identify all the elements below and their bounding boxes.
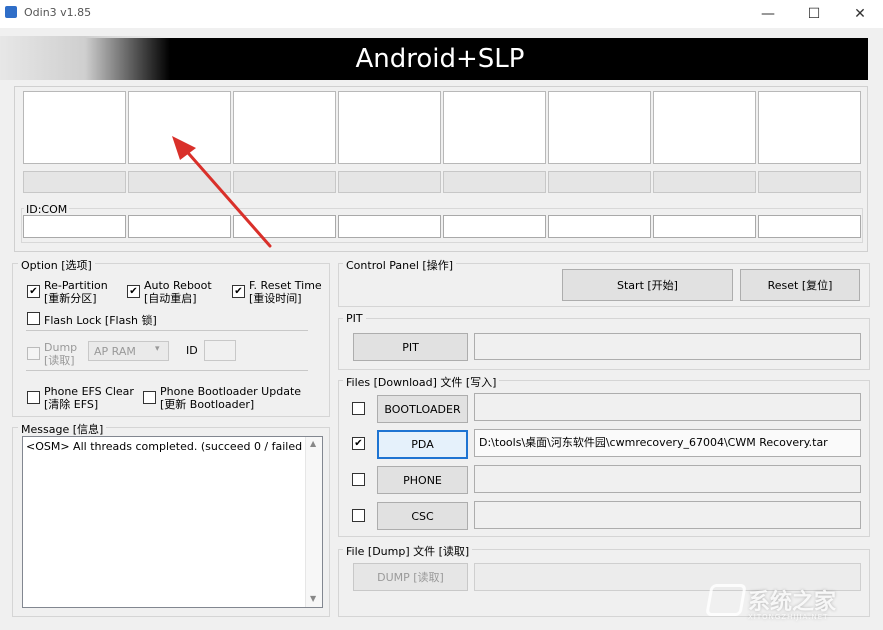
auto-reboot-label-en: Auto Reboot: [144, 279, 212, 292]
pit-path-field[interactable]: [474, 333, 861, 360]
control-panel-label: Control Panel [操作]: [343, 257, 456, 273]
repartition-label-cn: [重新分区]: [44, 292, 108, 305]
phone-button[interactable]: PHONE: [377, 466, 468, 494]
scroll-up-icon[interactable]: ▲: [310, 439, 316, 448]
idcom-field-7: [653, 215, 756, 238]
csc-path-field[interactable]: [474, 501, 861, 529]
bootloader-update-label: Phone Bootloader Update [更新 Bootloader]: [160, 385, 301, 411]
dump-type-value: AP RAM: [94, 345, 136, 358]
auto-reboot-label: Auto Reboot [自动重启]: [144, 279, 212, 305]
dump-id-field[interactable]: [204, 340, 236, 361]
repartition-label-en: Re-Partition: [44, 279, 108, 292]
port-status-area: ID:COM: [14, 86, 868, 252]
auto-reboot-checkbox[interactable]: ✔: [127, 285, 140, 298]
phone-checkbox[interactable]: [352, 473, 365, 486]
efs-clear-label: Phone EFS Clear [清除 EFS]: [44, 385, 134, 411]
idcom-field-5: [443, 215, 546, 238]
watermark-subtext: XITONGZHIJIA.NET: [748, 613, 828, 621]
port-slot-6: [548, 91, 651, 164]
maximize-button[interactable]: ☐: [791, 0, 837, 28]
dump-label: Dump [读取]: [44, 341, 77, 367]
start-button[interactable]: Start [开始]: [562, 269, 733, 301]
pda-path-field[interactable]: D:\tools\桌面\河东软件园\cwmrecovery_67004\CWM …: [474, 429, 861, 457]
pda-button[interactable]: PDA: [377, 430, 468, 459]
pda-checkbox[interactable]: ✔: [352, 437, 365, 450]
option-divider-1: [26, 330, 308, 331]
auto-reboot-label-cn: [自动重启]: [144, 292, 212, 305]
app-icon: [5, 6, 17, 18]
dump-checkbox[interactable]: [27, 347, 40, 360]
csc-button[interactable]: CSC: [377, 502, 468, 530]
dump-type-select[interactable]: AP RAM ▾: [88, 341, 169, 361]
repartition-checkbox[interactable]: ✔: [27, 285, 40, 298]
flash-lock-label: Flash Lock [Flash 锁]: [44, 312, 157, 328]
pit-group-label: PIT: [343, 312, 366, 325]
message-scrollbar[interactable]: ▲ ▼: [305, 437, 322, 607]
idcom-field-4: [338, 215, 441, 238]
port-slot-7: [653, 91, 756, 164]
f-reset-time-label: F. Reset Time [重设时间]: [249, 279, 322, 305]
bootloader-checkbox[interactable]: [352, 402, 365, 415]
reset-button[interactable]: Reset [复位]: [740, 269, 860, 301]
efs-clear-label-en: Phone EFS Clear: [44, 385, 134, 398]
window-title: Odin3 v1.85: [24, 6, 91, 19]
phone-path-field[interactable]: [474, 465, 861, 493]
repartition-label: Re-Partition [重新分区]: [44, 279, 108, 305]
files-download-label: Files [Download] 文件 [写入]: [343, 374, 499, 390]
progress-bar-5: [443, 171, 546, 193]
watermark-text: 系统之家: [748, 584, 836, 616]
file-dump-label: File [Dump] 文件 [读取]: [343, 543, 472, 559]
port-slot-1: [23, 91, 126, 164]
csc-checkbox[interactable]: [352, 509, 365, 522]
message-log[interactable]: <OSM> All threads completed. (succeed 0 …: [22, 436, 323, 608]
idcom-field-6: [548, 215, 651, 238]
efs-clear-checkbox[interactable]: [27, 391, 40, 404]
title-bar: Odin3 v1.85 — ☐ ✕: [0, 0, 883, 28]
bootloader-update-label-cn: [更新 Bootloader]: [160, 398, 301, 411]
progress-bar-4: [338, 171, 441, 193]
progress-bar-7: [653, 171, 756, 193]
option-divider-2: [26, 370, 308, 371]
idcom-field-1: [23, 215, 126, 238]
progress-bar-1: [23, 171, 126, 193]
chevron-down-icon: ▾: [155, 344, 160, 354]
dump-button[interactable]: DUMP [读取]: [353, 563, 468, 591]
bootloader-update-checkbox[interactable]: [143, 391, 156, 404]
message-group-label: Message [信息]: [18, 421, 106, 437]
message-text: <OSM> All threads completed. (succeed 0 …: [26, 440, 317, 453]
port-slot-8: [758, 91, 861, 164]
f-reset-time-label-cn: [重设时间]: [249, 292, 322, 305]
pit-button[interactable]: PIT: [353, 333, 468, 361]
watermark-icon: [705, 584, 747, 616]
f-reset-time-checkbox[interactable]: ✔: [232, 285, 245, 298]
dump-label-en: Dump: [44, 341, 77, 354]
efs-clear-label-cn: [清除 EFS]: [44, 398, 134, 411]
port-slot-5: [443, 91, 546, 164]
minimize-button[interactable]: —: [745, 0, 791, 28]
dump-label-cn: [读取]: [44, 354, 77, 367]
bootloader-button[interactable]: BOOTLOADER: [377, 395, 468, 423]
id-label: ID: [186, 344, 198, 357]
bootloader-update-label-en: Phone Bootloader Update: [160, 385, 301, 398]
blurred-region: [0, 36, 170, 80]
bootloader-path-field[interactable]: [474, 393, 861, 421]
scroll-down-icon[interactable]: ▼: [310, 594, 316, 603]
f-reset-time-label-en: F. Reset Time: [249, 279, 322, 292]
progress-bar-8: [758, 171, 861, 193]
close-button[interactable]: ✕: [837, 0, 883, 28]
option-group-label: Option [选项]: [18, 257, 95, 273]
annotation-arrow-icon: [160, 130, 280, 255]
port-slot-4: [338, 91, 441, 164]
flash-lock-checkbox[interactable]: [27, 312, 40, 325]
idcom-field-8: [758, 215, 861, 238]
watermark-logo: 系统之家 XITONGZHIJIA.NET: [708, 578, 878, 624]
progress-bar-6: [548, 171, 651, 193]
